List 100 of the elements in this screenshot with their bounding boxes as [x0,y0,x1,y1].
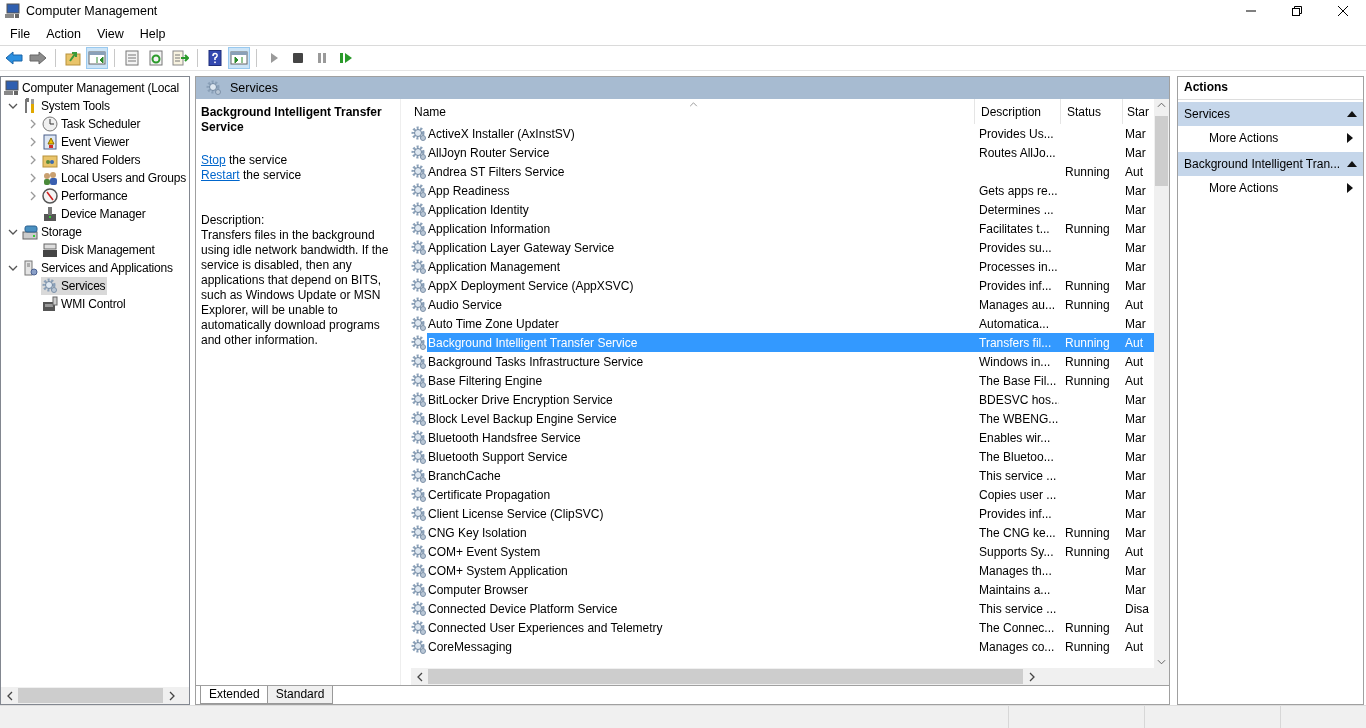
table-row[interactable]: Connected Device Platform Service This service ... Disa [427,599,1154,618]
table-row[interactable]: Computer Browser Maintains a... Mar [427,580,1154,599]
table-row[interactable]: BitLocker Drive Encryption Service BDESVC hos... Mar [427,390,1154,409]
action-item[interactable]: More Actions [1178,176,1363,200]
gear-icon [411,505,427,522]
actions-section-header[interactable]: Services [1178,102,1363,126]
tree-item[interactable]: Local Users and Groups [41,169,188,187]
service-action-link[interactable]: Restart [201,168,240,182]
table-row[interactable]: Connected User Experiences and Telemetry The Connec... Running Aut [427,618,1154,637]
table-row[interactable]: Application Layer Gateway Service Provides su... Mar [427,238,1154,257]
gear-icon [411,144,427,161]
tree-item[interactable]: Storage [21,223,84,241]
tree-item[interactable]: Task Scheduler [41,115,143,133]
table-cell: Aut [1125,297,1143,312]
menu-item[interactable]: File [2,26,39,41]
tree-item[interactable]: Computer Management (Local [2,79,181,97]
computer-icon [4,3,20,19]
table-row[interactable]: AppX Deployment Service (AppXSVC) Provides inf... Running Mar [427,276,1154,295]
view-tab[interactable]: Extended [200,686,269,704]
table-row[interactable]: CNG Key Isolation The CNG ke... Running Mar [427,523,1154,542]
column-header[interactable]: Name [401,99,975,124]
menu-item[interactable]: Action [38,26,89,41]
tree-item[interactable]: Services and Applications [21,259,175,277]
tree-item[interactable]: Event Viewer [41,133,132,151]
vertical-scrollbar[interactable] [1154,99,1169,668]
table-row[interactable]: AllJoyn Router Service Routes AllJo... Mar [427,143,1154,162]
tree-item[interactable]: Performance [41,187,130,205]
menu-item[interactable]: Help [131,26,174,41]
table-row[interactable]: Block Level Backup Engine Service The WBENG... Mar [427,409,1154,428]
table-row[interactable]: App Readiness Gets apps re... Mar [427,181,1154,200]
horizontal-scrollbar[interactable] [411,668,1169,685]
column-header[interactable]: Star [1123,99,1154,124]
collapse-chevron-icon[interactable] [8,227,18,237]
export-button[interactable] [169,47,191,69]
action-pane-button[interactable] [228,47,250,69]
table-row[interactable]: COM+ Event System Supports Sy... Running Aut [427,542,1154,561]
table-cell: Running [1065,639,1110,654]
service-action-link[interactable]: Stop [201,153,226,167]
expand-chevron-icon[interactable] [28,119,38,129]
expand-chevron-icon[interactable] [28,173,38,183]
computer-icon [3,80,19,96]
table-cell-text: Connected Device Platform Service [427,601,619,616]
scroll-thumb[interactable] [1155,116,1168,186]
tree-item[interactable]: Device Manager [41,205,148,223]
horizontal-scrollbar[interactable] [1,687,189,704]
action-item[interactable]: More Actions [1178,126,1363,150]
table-cell-text: Audio Service [427,297,504,312]
scroll-left-icon[interactable] [416,671,423,682]
table-cell-text: Bluetooth Handsfree Service [427,430,582,445]
tree-item[interactable]: Shared Folders [41,151,143,169]
tree-item[interactable]: WMI Control [41,295,128,313]
collapse-triangle-icon[interactable] [1347,110,1357,118]
table-cell: Aut [1125,544,1143,559]
console-tree-button[interactable] [86,47,108,69]
table-row[interactable]: Auto Time Zone Updater Automatica... Mar [427,314,1154,333]
scroll-thumb[interactable] [428,669,1023,684]
scroll-left-icon[interactable] [6,690,13,701]
tree-item[interactable]: Disk Management [41,241,157,259]
table-cell: Mar [1125,145,1146,160]
scroll-right-icon[interactable] [168,690,175,701]
stop-icon [290,50,306,66]
expand-chevron-icon[interactable] [28,155,38,165]
gear-icon [411,220,427,237]
menu-item[interactable]: View [88,26,132,41]
scroll-right-icon[interactable] [1028,671,1035,682]
table-row[interactable]: Bluetooth Support Service The Bluetoo... Mar [427,447,1154,466]
table-cell-text: AppX Deployment Service (AppXSVC) [427,278,635,293]
table-row[interactable]: Andrea ST Filters Service Running Aut [427,162,1154,181]
table-row[interactable]: COM+ System Application Manages th... Mar [427,561,1154,580]
collapse-triangle-icon[interactable] [1347,160,1357,168]
gear-icon [411,638,427,655]
table-row[interactable]: Audio Service Manages au... Running Aut [427,295,1154,314]
column-header[interactable]: Description [975,99,1061,124]
collapse-chevron-icon[interactable] [8,101,18,111]
scroll-thumb[interactable] [18,688,163,703]
table-row[interactable]: Certificate Propagation Copies user ... Mar [427,485,1154,504]
collapse-chevron-icon[interactable] [8,263,18,273]
tree-item[interactable]: Services [41,277,108,295]
table-row[interactable]: Base Filtering Engine The Base Fil... Running Aut [427,371,1154,390]
expand-chevron-icon[interactable] [28,191,38,201]
table-cell: Mar [1125,430,1146,445]
table-row[interactable]: Application Information Facilitates t... Running Mar [427,219,1154,238]
table-row[interactable]: Application Identity Determines ... Mar [427,200,1154,219]
table-row[interactable]: Background Tasks Infrastructure Service Windows in... Running Aut [427,352,1154,371]
column-header[interactable]: Status [1061,99,1123,124]
table-row[interactable]: ActiveX Installer (AxInstSV) Provides Us... Mar [427,124,1154,143]
scroll-up-icon[interactable] [1157,102,1166,108]
table-row[interactable]: BranchCache This service ... Mar [427,466,1154,485]
table-row[interactable]: Bluetooth Handsfree Service Enables wir... Mar [427,428,1154,447]
scroll-down-icon[interactable] [1157,659,1166,665]
view-tab[interactable]: Standard [266,686,334,704]
table-cell: Automatica... [979,316,1050,331]
table-row[interactable]: Application Management Processes in... Mar [427,257,1154,276]
sort-caret-icon [689,102,698,107]
expand-chevron-icon[interactable] [28,137,38,147]
actions-section-header[interactable]: Background Intelligent Tran... [1178,152,1363,176]
table-row[interactable]: CoreMessaging Manages co... Running Aut [427,637,1154,656]
arrow-left-icon [5,50,23,66]
table-row[interactable]: Client License Service (ClipSVC) Provides inf... Mar [427,504,1154,523]
tree-item[interactable]: System Tools [21,97,112,115]
